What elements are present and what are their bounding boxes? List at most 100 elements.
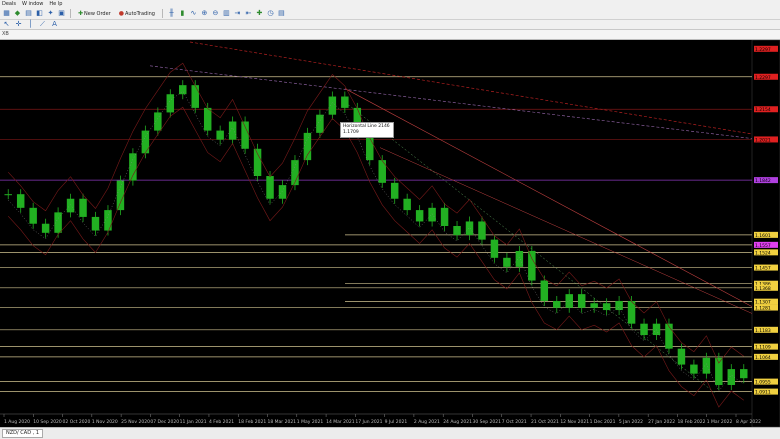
menu-item-window[interactable]: W indow <box>22 0 43 8</box>
trendline <box>344 102 716 394</box>
candle-body <box>415 210 424 222</box>
x-axis-tick-label: 9 Jul 2021 <box>385 419 408 425</box>
price-label: 1.1368 <box>755 286 771 292</box>
candle-body <box>577 294 586 308</box>
candle-body <box>316 114 324 133</box>
candle-body <box>203 107 212 131</box>
candle-body <box>453 226 461 236</box>
chart-canvas[interactable]: 1.2297 1.2297 1.2154 1.2021 1.1842 1.1601 1.15… <box>0 40 780 427</box>
price-label: 1.1457 <box>755 266 771 272</box>
x-axis-tick-label: 4 Feb 2021 <box>209 419 234 425</box>
chart-bar-icon[interactable]: ╫ <box>167 9 176 18</box>
autotrading-label: AutoTrading <box>125 10 155 17</box>
candle-body <box>266 176 274 199</box>
x-axis-tick-label: 1 May 2021 <box>297 419 324 425</box>
price-label: 1.1601 <box>755 233 771 239</box>
candle-body <box>179 85 187 95</box>
cursor-icon[interactable]: ↖ <box>2 20 11 29</box>
price-label: 1.1557 <box>755 243 771 249</box>
autotrading-button[interactable]: ● AutoTrading <box>116 9 158 19</box>
candle-body <box>740 369 748 379</box>
menu-item-deals[interactable]: Deals <box>2 0 16 8</box>
candle-body <box>129 153 137 181</box>
x-axis-tick-label: 1 Dec 2021 <box>590 419 616 425</box>
market-watch-icon[interactable]: ▤ <box>24 9 33 18</box>
candle-body <box>602 303 611 311</box>
price-label: 1.2154 <box>755 107 771 113</box>
x-axis-tick-label: 17 Jun 2021 <box>355 419 382 425</box>
x-axis-tick-label: 12 Nov 2021 <box>560 419 589 425</box>
candle-body <box>540 280 549 301</box>
price-label: 1.1109 <box>755 345 771 351</box>
vertical-line-icon[interactable]: │ <box>26 20 35 29</box>
navigator-icon[interactable]: ✦ <box>46 9 55 18</box>
candle-body <box>91 216 100 231</box>
chart-candle-icon[interactable]: ▮ <box>178 9 187 18</box>
candle-body <box>665 323 673 349</box>
indicators-icon[interactable]: ✚ <box>255 9 264 18</box>
x-axis-tick-label: 25 Nov 2020 <box>121 419 150 425</box>
candle-body <box>465 221 474 236</box>
chart-tab[interactable]: NZD/ CAD , 1 <box>2 429 44 438</box>
candle-body <box>303 132 312 161</box>
chart-line-icon[interactable]: ∿ <box>189 9 198 18</box>
candle-body <box>191 85 199 108</box>
x-axis-tick-label: 1 Aug 2020 <box>4 419 30 425</box>
tooltip-line-value: 1.1709 <box>343 130 359 135</box>
candle-body <box>66 198 75 213</box>
candle-body <box>640 323 648 336</box>
x-axis-tick-label: 8 Apr 2022 <box>736 419 761 425</box>
data-window-icon[interactable]: ◧ <box>35 9 44 18</box>
terminal-icon[interactable]: ▣ <box>57 9 66 18</box>
price-label: 1.1183 <box>755 328 771 334</box>
trendline <box>344 88 753 307</box>
x-axis-tick-label: 1 Nov 2020 <box>92 419 118 425</box>
candle-body <box>166 94 175 113</box>
x-axis-tick-label: 14 Mar 2021 <box>326 419 355 425</box>
x-axis-tick-label: 2 Aug 2021 <box>414 419 440 425</box>
candle-body <box>440 207 449 226</box>
candle-body <box>727 369 736 386</box>
crosshair-icon[interactable]: ✛ <box>14 20 23 29</box>
price-chart[interactable]: 1.2297 1.2297 1.2154 1.2021 1.1842 1.1601 1.15… <box>0 40 780 427</box>
candle-body <box>116 180 125 211</box>
text-icon[interactable]: A <box>50 20 59 29</box>
candle-body <box>677 348 686 365</box>
price-label: 1.0911 <box>755 390 771 396</box>
object-tooltip: Horizontal Line 2146 1.1709 <box>340 122 394 138</box>
candle-body <box>478 221 486 240</box>
x-axis-tick-label: 24 Aug 2021 <box>443 419 472 425</box>
templates-icon[interactable]: ▤ <box>277 9 286 18</box>
autotrading-icon: ● <box>118 10 124 17</box>
candle-body <box>715 357 723 386</box>
price-label: 1.2297 <box>755 47 771 53</box>
shift-icon[interactable]: ⇤ <box>244 9 253 18</box>
price-label: 1.0955 <box>755 380 771 386</box>
menu-item-help[interactable]: He lp <box>49 0 62 8</box>
main-toolbar: ▦ ◆ ▤ ◧ ✦ ▣ ✚ New Order ● AutoTrading ╫ ▮ … <box>0 8 780 20</box>
x-axis-tick-label: 18 Feb 2022 <box>677 419 705 425</box>
drawing-toolbar: ↖ ✛ │ ⟋ A <box>0 20 780 30</box>
candle-body <box>141 130 150 154</box>
candle-body <box>241 121 249 149</box>
price-label: 1.1524 <box>755 250 771 256</box>
x-axis-tick-label: 7 Oct 2021 <box>502 419 527 425</box>
candle-body <box>652 323 661 336</box>
x-axis-tick-label: 02 Oct 2020 <box>63 419 91 425</box>
zoom-out-icon[interactable]: ⊖ <box>211 9 220 18</box>
candle-body <box>291 160 299 186</box>
profiles-icon[interactable]: ◆ <box>13 9 22 18</box>
tile-icon[interactable]: ▥ <box>222 9 231 18</box>
scroll-icon[interactable]: ⇥ <box>233 9 242 18</box>
periods-icon[interactable]: ◷ <box>266 9 275 18</box>
candle-body <box>4 194 12 196</box>
new-order-button[interactable]: ✚ New Order <box>75 9 114 19</box>
candle-body <box>216 130 224 140</box>
candle-body <box>41 223 50 233</box>
zoom-in-icon[interactable]: ⊕ <box>200 9 209 18</box>
trendline-icon[interactable]: ⟋ <box>38 20 47 29</box>
candle-body <box>490 239 499 258</box>
band-lower <box>7 106 744 408</box>
price-label: 1.2297 <box>755 75 771 81</box>
new-chart-icon[interactable]: ▦ <box>2 9 11 18</box>
